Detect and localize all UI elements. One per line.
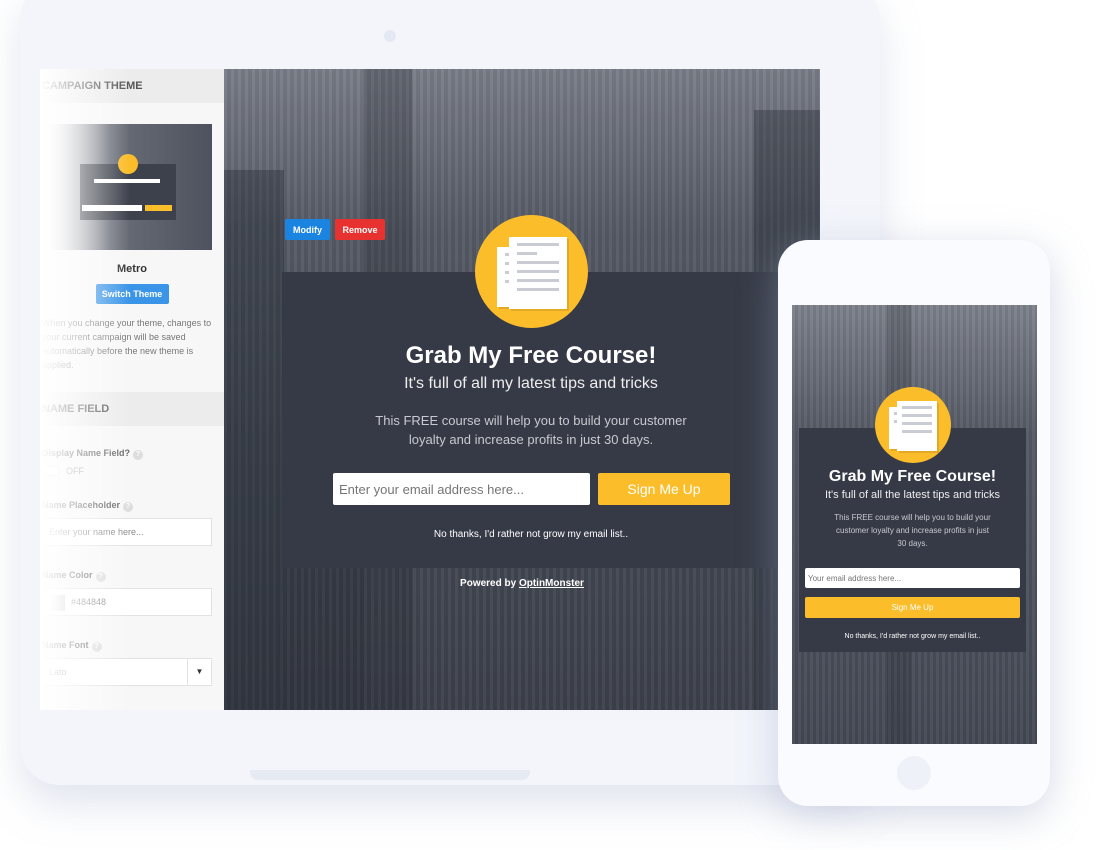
name-placeholder-input[interactable]: Enter your name here...	[42, 518, 212, 546]
no-thanks-link[interactable]: No thanks, I'd rather not grow my email …	[282, 529, 780, 540]
popup-title: Grab My Free Course!	[405, 342, 657, 369]
label-text: Name Placeholder	[42, 500, 121, 510]
color-label: Name Color?	[40, 570, 224, 582]
camera	[384, 30, 396, 42]
powered-by-text: Powered by	[460, 578, 519, 589]
help-icon[interactable]: ?	[91, 642, 102, 652]
label-text: Name Font	[42, 640, 89, 650]
display-name-label: Display Name Field??	[40, 448, 224, 460]
laptop-screen: CAMPAIGN THEME Metro Switch Theme When y…	[40, 69, 820, 710]
building	[224, 170, 284, 710]
mobile-popup-subtitle: It's full of all the latest tips and tri…	[824, 489, 1001, 501]
email-input[interactable]	[333, 473, 590, 505]
phone-screen: Grab My Free Course! It's full of all th…	[792, 305, 1037, 744]
theme-name: Metro	[117, 263, 147, 275]
phone-frame: Grab My Free Course! It's full of all th…	[778, 240, 1050, 806]
laptop-base	[250, 770, 530, 780]
section-header-campaign-theme: CAMPAIGN THEME	[40, 69, 224, 103]
popup-subtitle: It's full of all my latest tips and tric…	[404, 375, 658, 392]
color-value: #484848	[71, 597, 107, 607]
toggle-switch[interactable]	[42, 466, 60, 476]
popup-body: This FREE course will help you to build …	[375, 413, 687, 447]
label-text: Display Name Field?	[42, 448, 131, 458]
mobile-sign-up-button[interactable]: Sign Me Up	[805, 597, 1020, 618]
remove-button[interactable]: Remove	[335, 219, 385, 240]
mobile-no-thanks-link[interactable]: No thanks, I'd rather not grow my email …	[799, 633, 1026, 640]
display-name-toggle[interactable]: OFF	[40, 460, 224, 482]
help-icon[interactable]: ?	[133, 450, 144, 460]
document-icon	[875, 387, 951, 463]
help-icon[interactable]: ?	[95, 572, 106, 582]
brand-link[interactable]: OptinMonster	[519, 578, 584, 589]
chevron-down-icon[interactable]: ▼	[187, 659, 211, 685]
mobile-email-input[interactable]	[805, 568, 1020, 588]
font-label: Name Font?	[40, 640, 224, 652]
mobile-popup-title: Grab My Free Course!	[828, 468, 997, 485]
name-font-select[interactable]: Lato ▼	[42, 658, 212, 686]
font-value: Lato	[49, 667, 67, 677]
help-icon[interactable]: ?	[123, 502, 134, 512]
label-text: Name Color	[42, 570, 93, 580]
switch-theme-button[interactable]: Switch Theme	[95, 284, 169, 304]
name-color-input[interactable]: #484848	[42, 588, 212, 616]
modify-button[interactable]: Modify	[285, 219, 330, 240]
home-button[interactable]	[897, 756, 931, 790]
sidebar: CAMPAIGN THEME Metro Switch Theme When y…	[40, 69, 224, 710]
placeholder-label: Name Placeholder?	[40, 500, 224, 512]
document-icon	[475, 215, 588, 328]
section-header-name-field: NAME FIELD	[40, 392, 224, 426]
toggle-state: OFF	[66, 466, 84, 476]
color-swatch[interactable]	[49, 595, 65, 611]
powered-by: Powered by OptinMonster	[224, 578, 820, 589]
theme-note: When you change your theme, changes to y…	[42, 318, 212, 370]
campaign-preview: Modify Remove Grab My Free Course! It's …	[224, 69, 820, 710]
theme-thumbnail[interactable]	[42, 124, 212, 250]
mobile-popup-body: This FREE course will help you to build …	[834, 513, 991, 548]
sign-up-button[interactable]: Sign Me Up	[598, 473, 730, 505]
